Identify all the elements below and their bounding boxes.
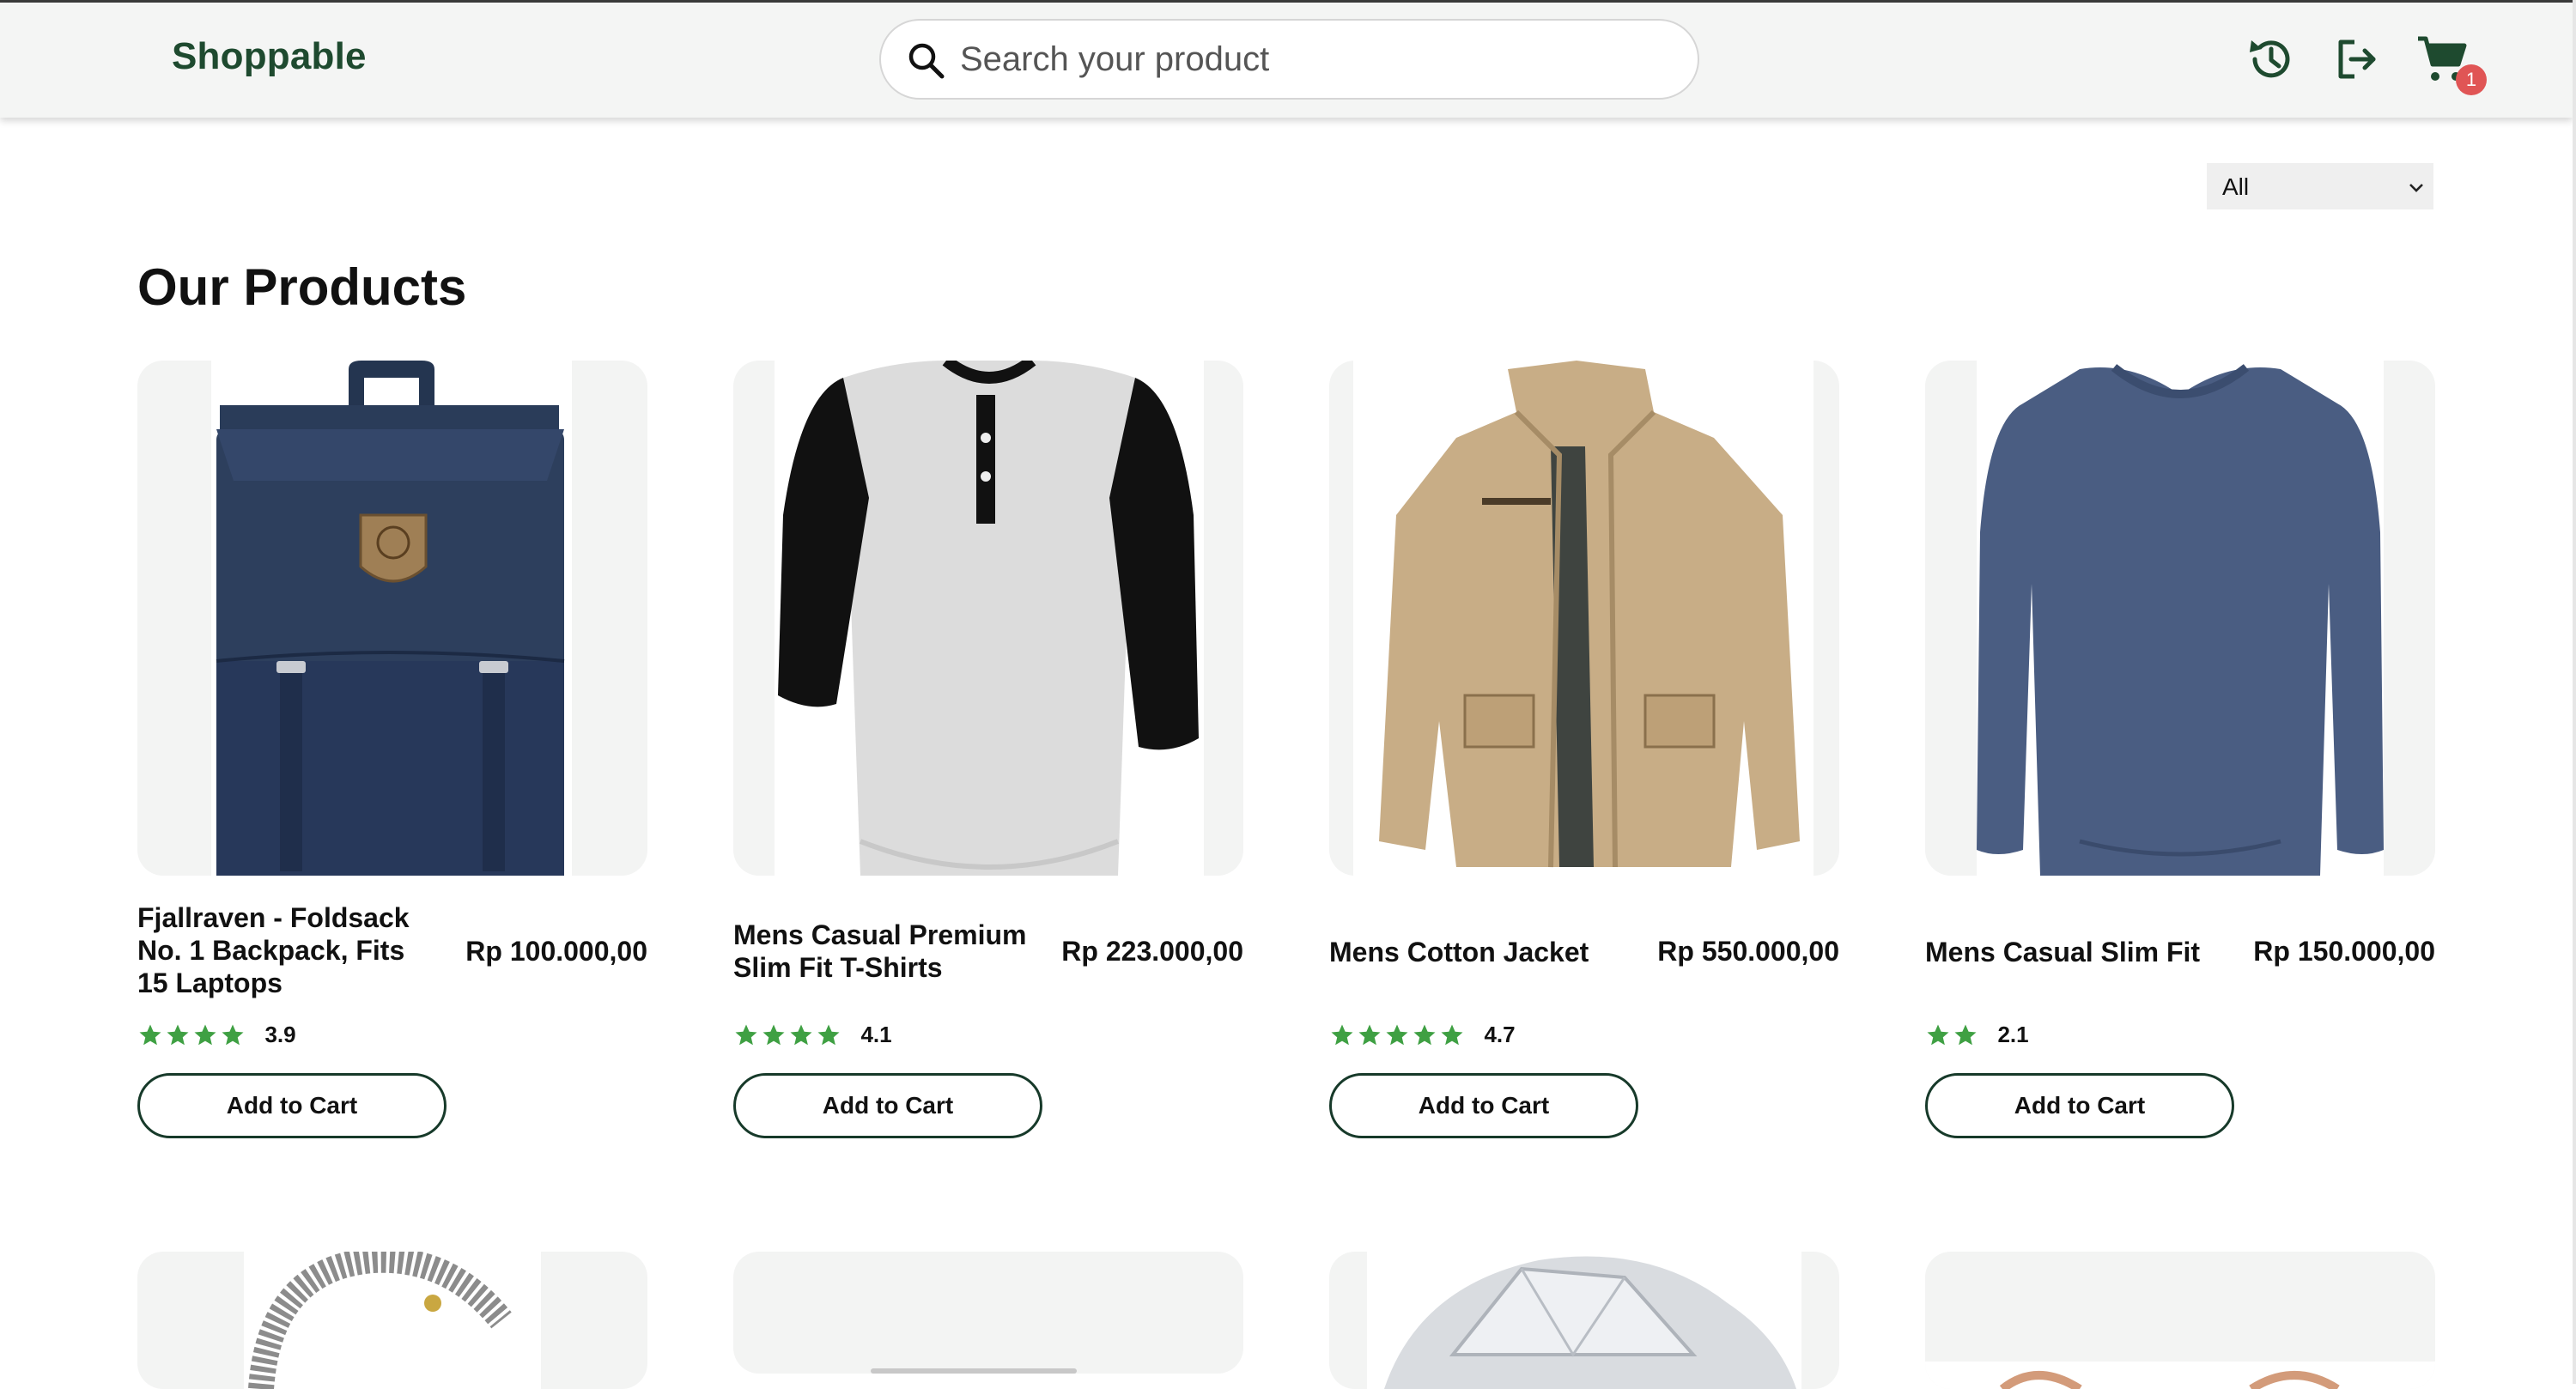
page-title: Our Products <box>137 258 467 316</box>
star-icon <box>790 1024 812 1045</box>
rating-stars <box>733 1024 843 1045</box>
backpack-illustration <box>216 361 565 876</box>
product-rating: 4.1 <box>733 1022 892 1051</box>
rating-value: 4.1 <box>860 1022 892 1047</box>
logout-icon[interactable] <box>2329 32 2384 87</box>
star-icon <box>1413 1024 1436 1045</box>
search-icon <box>908 43 945 79</box>
rating-value: 4.7 <box>1484 1022 1516 1047</box>
star-icon <box>762 1024 785 1045</box>
product-name[interactable]: Mens Casual Premium Slim Fit T-Shirts <box>733 919 1034 984</box>
rating-value: 3.9 <box>264 1022 296 1047</box>
star-icon <box>167 1024 189 1045</box>
product-image[interactable] <box>1925 361 2435 876</box>
product-image[interactable] <box>733 361 1243 876</box>
rating-value: 2.1 <box>1997 1022 2029 1047</box>
add-to-cart-button[interactable]: Add to Cart <box>1925 1073 2234 1138</box>
history-icon[interactable] <box>2243 32 2298 87</box>
add-to-cart-button[interactable]: Add to Cart <box>733 1073 1042 1138</box>
product-price: Rp 150.000,00 <box>2253 936 2435 967</box>
product-card-partial[interactable] <box>733 1252 1243 1374</box>
star-icon <box>194 1024 216 1045</box>
star-icon <box>222 1024 244 1045</box>
long-sleeve-shirt-illustration <box>1977 364 2384 876</box>
star-icon <box>1441 1024 1463 1045</box>
product-price: Rp 550.000,00 <box>1657 936 1839 967</box>
product-rating: 4.7 <box>1329 1022 1516 1051</box>
product-image[interactable] <box>137 361 647 876</box>
search-bar[interactable] <box>879 19 1699 100</box>
category-filter-value: All <box>2222 173 2250 200</box>
star-icon <box>735 1024 757 1045</box>
search-input[interactable] <box>958 33 1666 86</box>
add-to-cart-button[interactable]: Add to Cart <box>137 1073 447 1138</box>
top-nav: Shoppable 1 <box>0 3 2573 118</box>
star-icon <box>139 1024 161 1045</box>
product-rating: 3.9 <box>137 1022 296 1051</box>
product-price: Rp 223.000,00 <box>1061 936 1243 967</box>
product-name[interactable]: Fjallraven - Foldsack No. 1 Backpack, Fi… <box>137 901 438 999</box>
earrings-illustration <box>1999 1371 2340 1389</box>
page-scrollbar[interactable] <box>2573 0 2576 1384</box>
henley-shirt-illustration <box>778 361 1199 876</box>
star-icon <box>1331 1024 1353 1045</box>
cart-count-badge: 1 <box>2456 64 2487 95</box>
rating-stars <box>1329 1024 1467 1045</box>
jacket-illustration <box>1379 361 1800 868</box>
bracelet-illustration <box>248 1252 512 1389</box>
product-card-partial[interactable] <box>137 1252 647 1389</box>
rating-stars <box>1925 1024 1980 1045</box>
star-icon <box>817 1024 840 1045</box>
category-filter-select[interactable]: All <box>2207 163 2433 209</box>
star-icon <box>1358 1024 1381 1045</box>
product-rating: 2.1 <box>1925 1022 2029 1051</box>
brand-logo[interactable]: Shoppable <box>172 35 367 78</box>
star-icon <box>1954 1024 1977 1045</box>
product-price: Rp 100.000,00 <box>465 936 647 967</box>
product-card-partial[interactable] <box>1329 1252 1839 1389</box>
product-card-partial[interactable] <box>1925 1252 2435 1389</box>
chevron-down-icon <box>2409 184 2423 192</box>
diamond-ring-illustration <box>1384 1256 1796 1389</box>
star-icon <box>1927 1024 1949 1045</box>
add-to-cart-button[interactable]: Add to Cart <box>1329 1073 1638 1138</box>
product-name[interactable]: Mens Casual Slim Fit <box>1925 936 2226 968</box>
star-icon <box>1386 1024 1408 1045</box>
rating-stars <box>137 1024 247 1045</box>
product-name[interactable]: Mens Cotton Jacket <box>1329 936 1630 968</box>
product-image[interactable] <box>1329 361 1839 876</box>
